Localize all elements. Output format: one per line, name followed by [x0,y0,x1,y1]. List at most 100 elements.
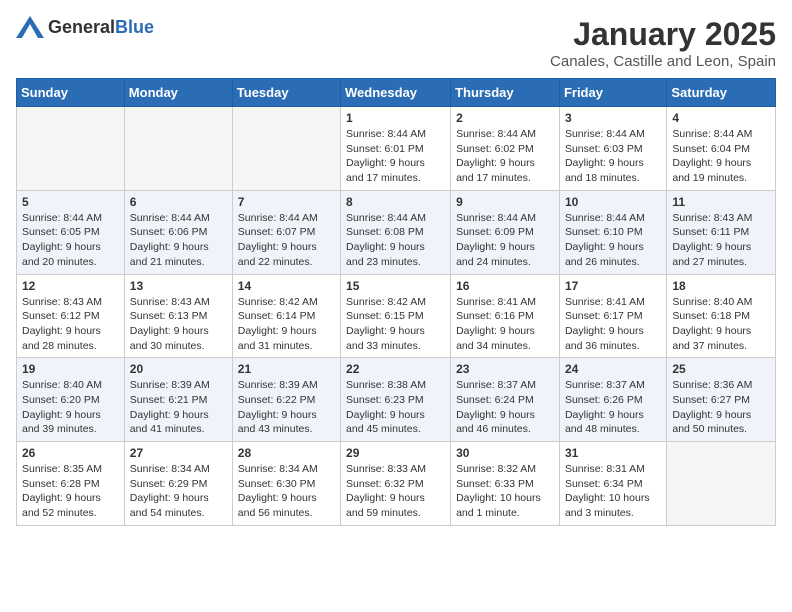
day-info: Sunrise: 8:33 AM Sunset: 6:32 PM Dayligh… [346,462,445,521]
day-cell: 25 Sunrise: 8:36 AM Sunset: 6:27 PM Dayli… [667,358,776,442]
day-cell [124,107,232,191]
day-cell: 24Sunrise: 8:37 AM Sunset: 6:26 PM Dayli… [559,358,666,442]
day-cell: 3 Sunrise: 8:44 AM Sunset: 6:03 PM Daylig… [559,107,666,191]
day-cell: 31 Sunrise: 8:31 AM Sunset: 6:34 PM Dayli… [559,442,666,526]
day-info: Sunrise: 8:31 AM Sunset: 6:34 PM Dayligh… [565,462,661,521]
day-info: Sunrise: 8:44 AM Sunset: 6:09 PM Dayligh… [456,211,554,270]
day-info: Sunrise: 8:43 AM Sunset: 6:13 PM Dayligh… [130,295,227,354]
day-number: 22 [346,362,445,376]
day-cell: 1 Sunrise: 8:44 AM Sunset: 6:01 PM Daylig… [341,107,451,191]
day-info: Sunrise: 8:39 AM Sunset: 6:21 PM Dayligh… [130,378,227,437]
day-number: 9 [456,195,554,209]
day-number: 14 [238,279,335,293]
day-info: Sunrise: 8:44 AM Sunset: 6:02 PM Dayligh… [456,127,554,186]
day-cell: 6 Sunrise: 8:44 AM Sunset: 6:06 PM Daylig… [124,190,232,274]
day-info: Sunrise: 8:44 AM Sunset: 6:05 PM Dayligh… [22,211,119,270]
weekday-header-thursday: Thursday [451,79,560,107]
day-info: Sunrise: 8:44 AM Sunset: 6:08 PM Dayligh… [346,211,445,270]
day-cell: 11Sunrise: 8:43 AM Sunset: 6:11 PM Dayli… [667,190,776,274]
day-info: Sunrise: 8:44 AM Sunset: 6:10 PM Dayligh… [565,211,661,270]
day-number: 30 [456,446,554,460]
weekday-header-wednesday: Wednesday [341,79,451,107]
day-cell: 29 Sunrise: 8:33 AM Sunset: 6:32 PM Dayli… [341,442,451,526]
day-cell: 8 Sunrise: 8:44 AM Sunset: 6:08 PM Daylig… [341,190,451,274]
week-row-2: 5 Sunrise: 8:44 AM Sunset: 6:05 PM Daylig… [17,190,776,274]
day-info: Sunrise: 8:44 AM Sunset: 6:07 PM Dayligh… [238,211,335,270]
day-number: 12 [22,279,119,293]
title-area: January 2025 Canales, Castille and Leon,… [550,16,776,70]
day-info: Sunrise: 8:42 AM Sunset: 6:15 PM Dayligh… [346,295,445,354]
day-info: Sunrise: 8:44 AM Sunset: 6:04 PM Dayligh… [672,127,770,186]
day-cell: 26 Sunrise: 8:35 AM Sunset: 6:28 PM Dayli… [17,442,125,526]
day-cell: 5 Sunrise: 8:44 AM Sunset: 6:05 PM Daylig… [17,190,125,274]
day-info: Sunrise: 8:44 AM Sunset: 6:03 PM Dayligh… [565,127,661,186]
day-number: 15 [346,279,445,293]
day-cell: 28 Sunrise: 8:34 AM Sunset: 6:30 PM Dayli… [232,442,340,526]
weekday-header-row: SundayMondayTuesdayWednesdayThursdayFrid… [17,79,776,107]
day-number: 1 [346,111,445,125]
day-info: Sunrise: 8:39 AM Sunset: 6:22 PM Dayligh… [238,378,335,437]
day-info: Sunrise: 8:40 AM Sunset: 6:20 PM Dayligh… [22,378,119,437]
weekday-header-friday: Friday [559,79,666,107]
day-info: Sunrise: 8:44 AM Sunset: 6:01 PM Dayligh… [346,127,445,186]
logo-icon [16,16,44,38]
day-number: 5 [22,195,119,209]
day-info: Sunrise: 8:35 AM Sunset: 6:28 PM Dayligh… [22,462,119,521]
calendar-table: SundayMondayTuesdayWednesdayThursdayFrid… [16,78,776,526]
day-number: 23 [456,362,554,376]
day-number: 7 [238,195,335,209]
week-row-3: 12 Sunrise: 8:43 AM Sunset: 6:12 PM Dayli… [17,274,776,358]
day-cell [232,107,340,191]
logo: GeneralBlue [16,16,154,38]
day-cell: 27Sunrise: 8:34 AM Sunset: 6:29 PM Dayli… [124,442,232,526]
day-info: Sunrise: 8:40 AM Sunset: 6:18 PM Dayligh… [672,295,770,354]
day-cell: 20Sunrise: 8:39 AM Sunset: 6:21 PM Dayli… [124,358,232,442]
day-number: 19 [22,362,119,376]
day-info: Sunrise: 8:43 AM Sunset: 6:12 PM Dayligh… [22,295,119,354]
weekday-header-sunday: Sunday [17,79,125,107]
day-number: 18 [672,279,770,293]
day-cell: 12 Sunrise: 8:43 AM Sunset: 6:12 PM Dayli… [17,274,125,358]
logo-blue: Blue [115,17,154,37]
day-number: 10 [565,195,661,209]
day-cell: 14Sunrise: 8:42 AM Sunset: 6:14 PM Dayli… [232,274,340,358]
day-number: 6 [130,195,227,209]
day-cell: 21 Sunrise: 8:39 AM Sunset: 6:22 PM Dayli… [232,358,340,442]
day-cell: 19 Sunrise: 8:40 AM Sunset: 6:20 PM Dayli… [17,358,125,442]
day-cell: 2 Sunrise: 8:44 AM Sunset: 6:02 PM Daylig… [451,107,560,191]
day-info: Sunrise: 8:44 AM Sunset: 6:06 PM Dayligh… [130,211,227,270]
day-cell: 4 Sunrise: 8:44 AM Sunset: 6:04 PM Daylig… [667,107,776,191]
day-info: Sunrise: 8:38 AM Sunset: 6:23 PM Dayligh… [346,378,445,437]
day-number: 4 [672,111,770,125]
day-cell: 10 Sunrise: 8:44 AM Sunset: 6:10 PM Dayli… [559,190,666,274]
day-info: Sunrise: 8:41 AM Sunset: 6:16 PM Dayligh… [456,295,554,354]
day-info: Sunrise: 8:37 AM Sunset: 6:24 PM Dayligh… [456,378,554,437]
weekday-header-monday: Monday [124,79,232,107]
day-info: Sunrise: 8:34 AM Sunset: 6:30 PM Dayligh… [238,462,335,521]
day-number: 26 [22,446,119,460]
week-row-5: 26 Sunrise: 8:35 AM Sunset: 6:28 PM Dayli… [17,442,776,526]
day-cell: 15 Sunrise: 8:42 AM Sunset: 6:15 PM Dayli… [341,274,451,358]
week-row-1: 1 Sunrise: 8:44 AM Sunset: 6:01 PM Daylig… [17,107,776,191]
day-number: 21 [238,362,335,376]
day-number: 2 [456,111,554,125]
header: GeneralBlue January 2025 Canales, Castil… [16,16,776,70]
week-row-4: 19 Sunrise: 8:40 AM Sunset: 6:20 PM Dayli… [17,358,776,442]
day-number: 29 [346,446,445,460]
day-info: Sunrise: 8:36 AM Sunset: 6:27 PM Dayligh… [672,378,770,437]
day-cell: 22 Sunrise: 8:38 AM Sunset: 6:23 PM Dayli… [341,358,451,442]
day-number: 8 [346,195,445,209]
day-cell: 16 Sunrise: 8:41 AM Sunset: 6:16 PM Dayli… [451,274,560,358]
day-number: 28 [238,446,335,460]
weekday-header-tuesday: Tuesday [232,79,340,107]
day-number: 13 [130,279,227,293]
day-cell: 30Sunrise: 8:32 AM Sunset: 6:33 PM Dayli… [451,442,560,526]
day-cell [17,107,125,191]
logo-general: General [48,17,115,37]
day-number: 16 [456,279,554,293]
day-number: 3 [565,111,661,125]
day-cell: 17Sunrise: 8:41 AM Sunset: 6:17 PM Dayli… [559,274,666,358]
day-number: 25 [672,362,770,376]
day-number: 31 [565,446,661,460]
weekday-header-saturday: Saturday [667,79,776,107]
